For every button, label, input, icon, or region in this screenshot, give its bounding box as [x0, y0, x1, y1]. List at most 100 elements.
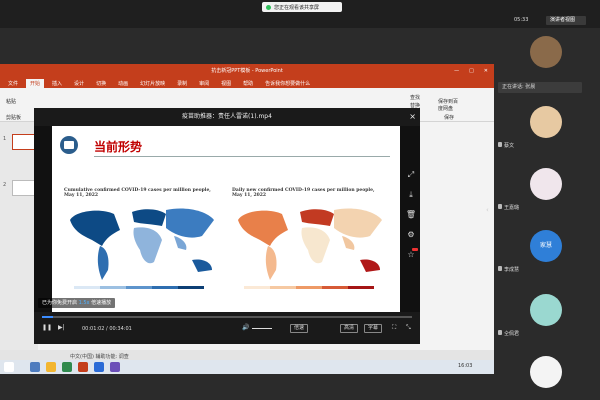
avatar — [530, 168, 562, 200]
subtitle-button[interactable]: 字幕 — [364, 324, 383, 333]
speaker-view-button[interactable]: 演讲者视图 — [546, 16, 586, 25]
slide-title: 当前形势 — [94, 140, 143, 154]
player-side-toolbar: ⤢ ⤓ 🗑 ⚙ ☆ — [402, 166, 420, 266]
slide-thumbnails-pane: 1 2 — [0, 122, 38, 364]
participant-tile[interactable]: 王嘉璐 — [494, 160, 600, 212]
save-baidu-button[interactable]: 保存到百度网盘 — [438, 98, 462, 112]
settings-icon[interactable]: ⚙ — [402, 226, 420, 244]
speaking-indicator: 正在讲话: 张晨 — [498, 82, 582, 93]
speed-tip-tail: 倍速播放 — [91, 300, 112, 306]
mic-icon — [498, 330, 502, 335]
next-icon[interactable]: ▶| — [58, 324, 65, 331]
video-player: 疫苗助推器：责任人雷诺(1).mp4 × 当前形势 Cumulative con… — [34, 108, 420, 344]
speed-tip: 已为你免费开启 1.5x 倍速播放 — [38, 298, 116, 308]
tab-design[interactable]: 设计 — [70, 79, 88, 88]
maximize-icon[interactable]: □ — [469, 64, 474, 78]
share-indicator-icon — [266, 4, 271, 10]
meeting-app-icon[interactable] — [94, 362, 104, 372]
tell-me-search[interactable]: 告诉我你想要做什么 — [261, 79, 314, 88]
participant-tile[interactable]: 蔡文 — [494, 98, 600, 150]
tab-transitions[interactable]: 切换 — [92, 79, 110, 88]
tab-insert[interactable]: 插入 — [48, 79, 66, 88]
ribbon-tabs: 文件 开始 插入 设计 切换 动画 幻灯片放映 录制 审阅 视图 帮助 告诉我你… — [0, 78, 494, 88]
paste-button[interactable]: 粘贴 — [6, 98, 16, 105]
speaking-label: 正在讲话: 张晨 — [502, 84, 536, 90]
explorer-icon[interactable] — [46, 362, 56, 372]
slide-number: 2 — [3, 182, 7, 188]
avatar — [530, 36, 562, 68]
current-time: 00:01:02 — [82, 326, 105, 332]
progress-fill — [42, 316, 54, 318]
tab-slideshow[interactable]: 幻灯片放映 — [136, 79, 169, 88]
playback-time: 00:01:02 / 00:34:01 — [82, 326, 132, 332]
powerpoint-title-bar: 抗击新冠PPT模板 - PowerPoint — □ ✕ — [0, 64, 494, 78]
slide-thumbnail-1[interactable] — [12, 134, 36, 150]
share-icon[interactable]: ⤢ — [402, 166, 420, 184]
tab-home[interactable]: 开始 — [26, 79, 45, 88]
daily-cases-map — [238, 208, 382, 280]
left-map-legend — [74, 286, 204, 289]
slide-thumbnail-2[interactable] — [12, 180, 36, 196]
volume-slider[interactable] — [252, 328, 272, 329]
taskbar-clock: 16:03 — [458, 363, 473, 369]
volume-icon[interactable]: 🔊 — [242, 324, 249, 331]
download-icon[interactable]: ⤓ — [402, 186, 420, 204]
video-frame-slide: 当前形势 Cumulative confirmed COVID-19 cases… — [52, 126, 400, 322]
minimize-icon[interactable]: — — [454, 64, 459, 78]
video-title: 疫苗助推器：责任人雷诺(1).mp4 — [34, 108, 420, 126]
right-map-legend — [244, 286, 374, 289]
text-avatar: 家慧 — [530, 230, 562, 262]
tab-file[interactable]: 文件 — [4, 79, 22, 88]
save-group-label: 保存 — [444, 115, 455, 121]
share-status-bar[interactable]: 您正在观看该共享屏 — [262, 2, 342, 12]
avatar — [530, 106, 562, 138]
left-map-title: Cumulative confirmed COVID-19 cases per … — [64, 188, 211, 198]
participant-name: 王嘉璐 — [504, 205, 520, 211]
close-icon[interactable]: ✕ — [484, 64, 488, 78]
mic-icon — [498, 204, 502, 209]
right-map-title: Daily new confirmed COVID-19 cases per m… — [232, 188, 375, 198]
total-time: 00:34:01 — [109, 326, 132, 332]
expand-icon[interactable]: ⤡ — [406, 324, 411, 332]
find-button[interactable]: 查找 — [410, 94, 420, 101]
speed-tip-value: 1.5x — [78, 300, 90, 306]
meeting-clock: 05:33 — [514, 17, 529, 23]
tab-help[interactable]: 帮助 — [239, 79, 257, 88]
powerpoint-icon[interactable] — [78, 362, 88, 372]
participant-tile[interactable] — [494, 28, 600, 80]
meeting-top-bar: 您正在观看该共享屏 — [0, 0, 600, 14]
quality-button[interactable]: 高清 — [340, 324, 359, 333]
avatar — [530, 294, 562, 326]
speed-tip-text: 已为你免费开启 — [42, 300, 78, 306]
participant-name: 李成慧 — [504, 267, 520, 273]
progress-track[interactable] — [42, 316, 412, 318]
pause-icon[interactable]: ❚❚ — [42, 324, 52, 331]
cumulative-cases-map — [70, 208, 214, 280]
player-control-bar: ❚❚ ▶| 00:01:02 / 00:34:01 🔊 倍速 高清 字幕 ⛶ ⤡ — [34, 312, 420, 344]
tab-record[interactable]: 录制 — [173, 79, 191, 88]
speed-button[interactable]: 倍速 — [290, 324, 309, 333]
delete-icon[interactable]: 🗑 — [402, 206, 420, 224]
participant-tile[interactable]: 家慧 李成慧 — [494, 222, 600, 274]
avatar — [530, 356, 562, 388]
tab-review[interactable]: 审阅 — [195, 79, 213, 88]
favorite-icon[interactable]: ☆ — [402, 246, 420, 264]
start-icon[interactable] — [4, 362, 14, 372]
participant-name: 蔡文 — [504, 143, 515, 149]
tab-animations[interactable]: 动画 — [114, 79, 132, 88]
participant-tile[interactable] — [494, 348, 600, 400]
slide-number: 1 — [3, 136, 7, 142]
participant-tile[interactable]: 仝佩君 — [494, 286, 600, 338]
app-icon[interactable] — [62, 362, 72, 372]
collapse-arrow-icon[interactable]: ‹ — [486, 206, 494, 220]
tab-view[interactable]: 视图 — [217, 79, 235, 88]
powerpoint-title: 抗击新冠PPT模板 - PowerPoint — [211, 68, 283, 74]
search-icon[interactable] — [30, 362, 40, 372]
slide-divider — [94, 156, 390, 157]
mic-icon — [498, 142, 502, 147]
windows-taskbar: 16:03 — [0, 360, 494, 374]
app-icon[interactable] — [110, 362, 120, 372]
meeting-toolbar — [0, 14, 600, 28]
player-close-icon[interactable]: × — [409, 108, 416, 126]
fullscreen-icon[interactable]: ⛶ — [392, 324, 396, 332]
